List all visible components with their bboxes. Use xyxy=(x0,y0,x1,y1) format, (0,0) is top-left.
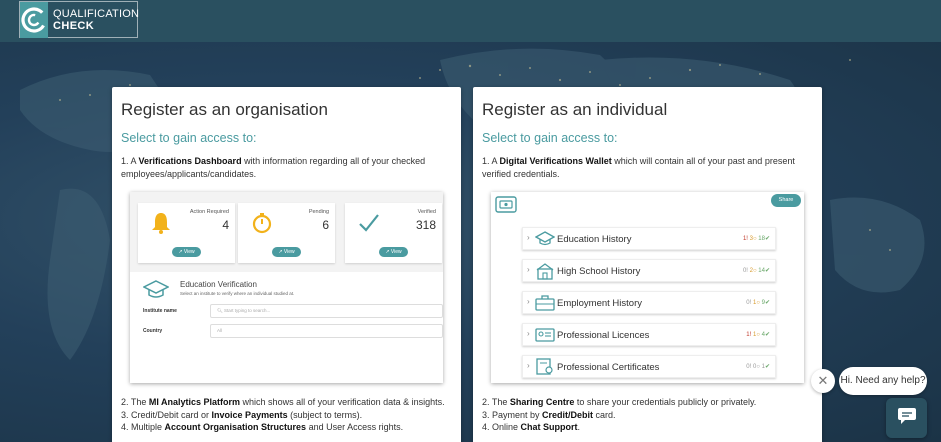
checkmark-icon xyxy=(358,212,380,239)
row-counts: 0! 0○ 1✔ xyxy=(746,364,770,370)
share-button[interactable]: Share xyxy=(771,194,801,207)
list-item: 3. Credit/Debit card or Invoice Payments… xyxy=(121,409,363,420)
dashboard-preview: Action Required 4 ↗ View Pending 6 ↗ Vie… xyxy=(130,192,443,383)
tile-value: 6 xyxy=(322,218,329,232)
row-label: Education History xyxy=(557,234,632,245)
ind-card-title: Register as an individual xyxy=(482,100,668,119)
wallet-row-employment-history[interactable]: › Employment History 0! 1○ 9✔ xyxy=(522,291,776,314)
chat-greeting-bubble[interactable]: Hi. Need any help? xyxy=(839,367,927,395)
list-item: 2. The MI Analytics Platform which shows… xyxy=(121,397,445,407)
row-label: High School History xyxy=(557,266,641,277)
bell-icon xyxy=(151,212,171,239)
row-counts: 1! 3○ 18✔ xyxy=(742,236,770,242)
ev-subtitle: Select an institute to verify where an i… xyxy=(180,291,295,296)
action-required-tile: Action Required 4 ↗ View xyxy=(138,203,235,263)
ev-title: Education Verification xyxy=(180,280,257,289)
brand-line-1: QUALIFICATION xyxy=(53,7,140,20)
tile-value: 4 xyxy=(222,218,229,232)
tile-label: Pending xyxy=(308,209,329,215)
row-label: Professional Certificates xyxy=(557,362,660,373)
list-item: 4. Multiple Account Organisation Structu… xyxy=(121,422,404,432)
wallet-preview: Share › Education History 1! 3○ 18✔ › Hi… xyxy=(491,192,804,383)
row-label: Professional Licences xyxy=(557,330,650,341)
top-navigation-bar: QUALIFICATION CHECK xyxy=(0,0,941,42)
org-lead-text: 1. A Verifications Dashboard with inform… xyxy=(121,156,426,179)
wallet-icon xyxy=(495,196,517,218)
wallet-row-high-school-history[interactable]: › High School History 0! 2○ 14✔ xyxy=(522,259,776,282)
row-counts: 0! 2○ 14✔ xyxy=(742,268,770,274)
row-label: Employment History xyxy=(557,298,642,309)
row-counts: 1! 1○ 4✔ xyxy=(746,332,770,338)
org-feature-list: 2. The MI Analytics Platform which shows… xyxy=(121,396,456,434)
institute-label: Institute name xyxy=(143,308,177,314)
wallet-row-education-history[interactable]: › Education History 1! 3○ 18✔ xyxy=(522,227,776,250)
view-button[interactable]: ↗ View xyxy=(379,247,408,257)
tile-value: 318 xyxy=(415,218,436,232)
brand-line-2: CHECK xyxy=(53,19,95,32)
briefcase-icon xyxy=(535,294,555,317)
chevron-right-icon: › xyxy=(527,265,530,274)
qc-logo-icon xyxy=(20,1,48,38)
country-select[interactable]: All xyxy=(210,324,443,338)
wallet-row-professional-licences[interactable]: › Professional Licences 1! 1○ 4✔ xyxy=(522,323,776,346)
chevron-right-icon: › xyxy=(527,329,530,338)
chat-close-button[interactable]: ✕ xyxy=(811,369,835,393)
register-individual-card[interactable]: Register as an individual Select to gain… xyxy=(473,87,822,442)
id-card-icon xyxy=(535,326,555,349)
org-card-subtitle: Select to gain access to: xyxy=(121,131,257,145)
list-item: 4. Online Chat Support. xyxy=(482,422,581,432)
chevron-right-icon: › xyxy=(527,361,530,370)
certificate-icon xyxy=(535,358,555,381)
ind-card-subtitle: Select to gain access to: xyxy=(482,131,618,145)
education-verification-panel: Education Verification Select an institu… xyxy=(130,272,443,383)
stopwatch-icon xyxy=(251,212,273,239)
view-button[interactable]: ↗ View xyxy=(172,247,201,257)
list-item: 2. The Sharing Centre to share your cred… xyxy=(482,397,757,407)
graduation-cap-icon xyxy=(534,230,556,253)
tile-label: Verified xyxy=(417,209,436,215)
verified-tile: Verified 318 ↗ View xyxy=(345,203,442,263)
wallet-row-professional-certificates[interactable]: › Professional Certificates 0! 0○ 1✔ xyxy=(522,355,776,378)
view-button[interactable]: ↗ View xyxy=(272,247,301,257)
chat-launcher-button[interactable] xyxy=(886,398,927,438)
country-label: Country xyxy=(143,328,163,334)
org-card-title: Register as an organisation xyxy=(121,100,328,119)
register-organisation-card[interactable]: Register as an organisation Select to ga… xyxy=(112,87,461,442)
brand-logo[interactable]: QUALIFICATION CHECK xyxy=(19,1,140,38)
list-item: 3. Payment by Credit/Debit card. xyxy=(482,409,616,420)
ind-feature-list: 2. The Sharing Centre to share your cred… xyxy=(482,396,817,434)
ind-lead-text: 1. A Digital Verifications Wallet which … xyxy=(482,156,795,179)
chevron-right-icon: › xyxy=(527,233,530,242)
school-icon xyxy=(535,262,555,285)
pending-tile: Pending 6 ↗ View xyxy=(238,203,335,263)
institute-search-input[interactable]: 🔍︎ Start typing to search... xyxy=(210,304,443,318)
graduation-cap-icon xyxy=(142,278,170,305)
chevron-right-icon: › xyxy=(527,297,530,306)
chat-bubble-icon xyxy=(897,407,917,430)
row-counts: 0! 1○ 9✔ xyxy=(746,300,770,306)
tile-label: Action Required xyxy=(189,209,229,215)
